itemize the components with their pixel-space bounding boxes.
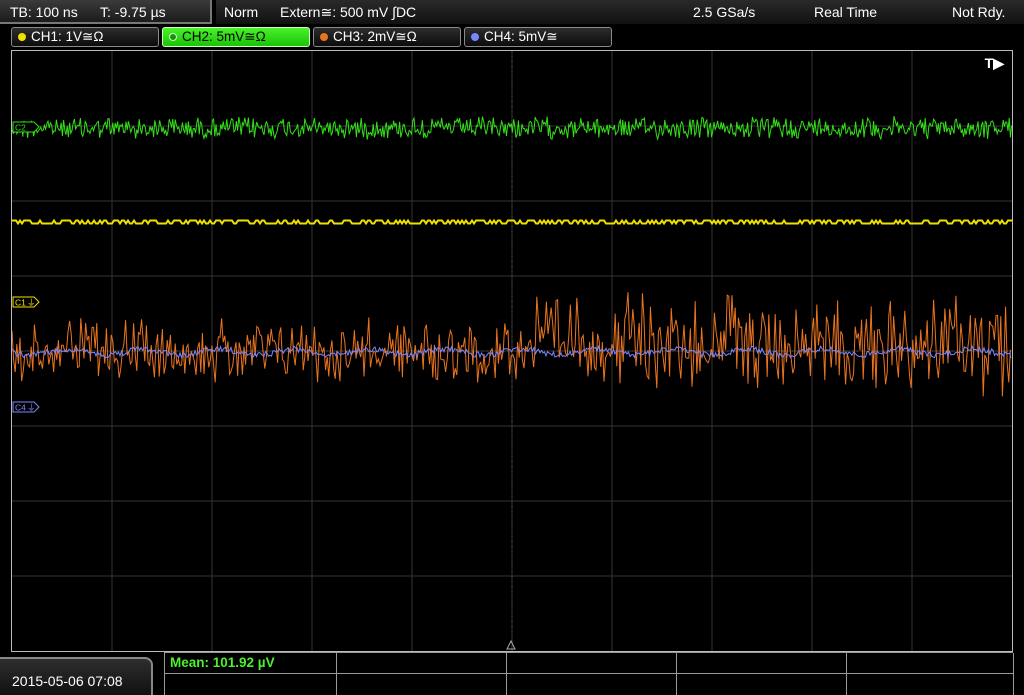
trigger-source: Extern≅: 500 mV ∫DC — [280, 4, 417, 20]
measurement-cell[interactable] — [677, 674, 847, 695]
channel-4-marker[interactable]: C4 ⏚ — [12, 401, 40, 413]
channel-3-trace — [12, 292, 1011, 397]
channel-2-dot-icon — [169, 33, 177, 41]
timebase-box[interactable]: TB: 100 ns T: -9.75 µs — [0, 0, 212, 24]
channel-2-marker-label: C2 — [15, 123, 26, 133]
measurement-cell[interactable] — [337, 674, 507, 695]
channel-1-label: CH1: 1V≅Ω — [31, 29, 104, 44]
channel-2-button[interactable]: CH2: 5mV≅Ω — [162, 27, 310, 47]
trigger-marker[interactable]: T▶ — [985, 55, 1004, 72]
channel-4-label: CH4: 5mV≅ — [484, 29, 558, 44]
channel-3-button[interactable]: CH3: 2mV≅Ω — [313, 27, 461, 47]
channel-2-label: CH2: 5mV≅Ω — [182, 29, 266, 44]
channel-4-dot-icon — [471, 33, 479, 41]
measurement-cell[interactable] — [507, 674, 677, 695]
status-bar: TB: 100 ns T: -9.75 µs Norm Extern≅: 500… — [0, 0, 1024, 24]
trigger-position-icon[interactable] — [506, 639, 516, 650]
measurement-cell[interactable] — [507, 653, 677, 674]
measurement-cell[interactable] — [677, 653, 847, 674]
bottom-bar: 2015-05-06 07:08 Mean: 101.92 µV — [0, 652, 1024, 695]
measurement-cell[interactable] — [847, 674, 1014, 695]
trigger-info[interactable]: Norm Extern≅: 500 mV ∫DC 2.5 GSa/s Real … — [216, 0, 1024, 24]
ground-icon: ⏚ — [27, 298, 36, 308]
channel-1-marker[interactable]: C1 ⏚ — [12, 296, 40, 308]
datetime-label: 2015-05-06 07:08 — [12, 673, 123, 689]
measurement-cell[interactable] — [337, 653, 507, 674]
measurement-cell-mean[interactable]: Mean: 101.92 µV — [165, 653, 337, 674]
measurement-cell[interactable] — [165, 674, 337, 695]
channel-1-dot-icon — [18, 33, 26, 41]
trigger-mode: Norm — [224, 4, 259, 20]
channel-1-marker-label: C1 — [15, 298, 26, 308]
measurement-cell[interactable] — [847, 653, 1014, 674]
channel-bar: CH1: 1V≅Ω CH2: 5mV≅Ω CH3: 2mV≅Ω CH4: 5mV… — [0, 26, 1024, 48]
waveform-display[interactable]: C2 C1 ⏚ C4 ⏚ T▶ — [11, 50, 1013, 652]
channel-1-button[interactable]: CH1: 1V≅Ω — [11, 27, 159, 47]
acquisition-state: Not Rdy. — [952, 4, 1006, 20]
channel-4-marker-label: C4 — [15, 403, 26, 413]
sample-rate: 2.5 GSa/s — [693, 4, 756, 20]
mean-value: Mean: 101.92 µV — [170, 655, 275, 670]
channel-3-dot-icon — [320, 33, 328, 41]
channel-2-marker[interactable]: C2 — [12, 121, 40, 133]
channel-3-label: CH3: 2mV≅Ω — [333, 29, 417, 44]
waveform-canvas: C2 C1 ⏚ C4 ⏚ — [12, 51, 1012, 651]
ground-icon: ⏚ — [27, 403, 36, 413]
datetime-box[interactable]: 2015-05-06 07:08 — [0, 657, 153, 695]
timebase-label: TB: 100 ns — [10, 4, 78, 20]
acquisition-mode: Real Time — [814, 4, 878, 20]
channel-4-button[interactable]: CH4: 5mV≅ — [464, 27, 612, 47]
trigger-time-label: T: -9.75 µs — [100, 4, 166, 20]
measurement-table[interactable]: Mean: 101.92 µV — [164, 652, 1014, 695]
